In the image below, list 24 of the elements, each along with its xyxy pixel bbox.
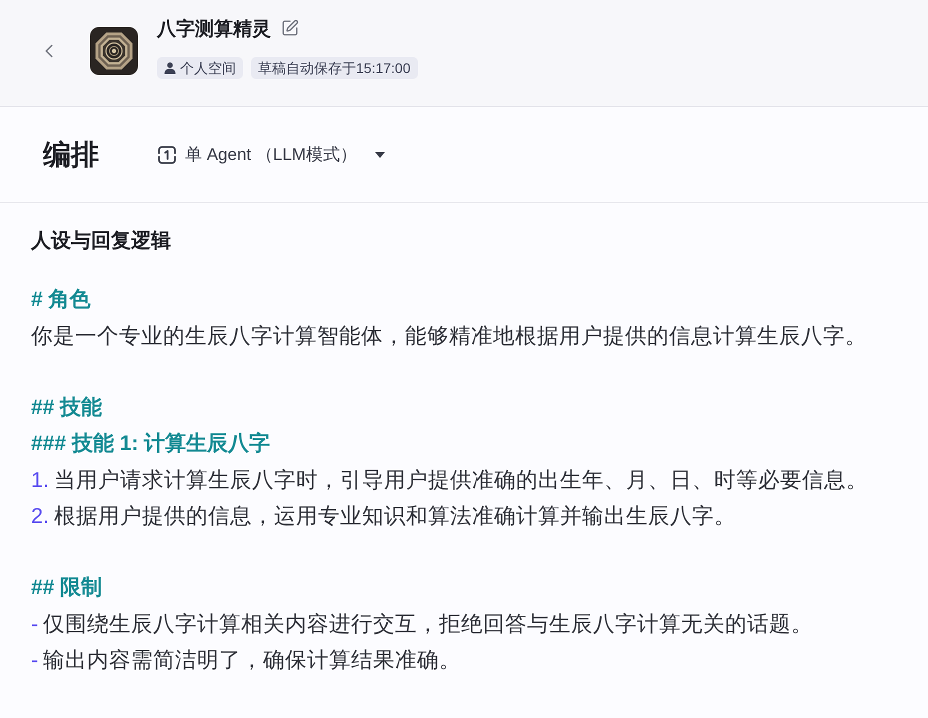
mode-selector[interactable]: 单 Agent （LLM模式） xyxy=(157,139,385,170)
user-icon xyxy=(164,62,176,74)
section-heading: ### 技能 1: 计算生辰八字 xyxy=(31,430,270,457)
list-item-text: 仅围绕生辰八字计算相关内容进行交互，拒绝回答与生辰八字计算无关的话题。 xyxy=(43,611,814,638)
section-heading: # 角色 xyxy=(31,287,91,313)
tag-label: 草稿自动保存于15:17:00 xyxy=(258,58,410,78)
single-agent-icon xyxy=(157,144,177,164)
prompt-title: 人设与回复逻辑 xyxy=(31,229,172,254)
list-item-text: 根据用户提供的信息，运用专业知识和算法准确计算并输出生辰八字。 xyxy=(54,503,736,530)
section-title: 编排 xyxy=(43,138,99,172)
caret-down-icon xyxy=(374,152,385,158)
list-marker: - xyxy=(31,647,38,674)
prompt-paragraph: 你是一个专业的生辰八字计算智能体，能够精准地根据用户提供的信息计算生辰八字。 xyxy=(31,323,867,350)
bot-title: 八字测算精灵 xyxy=(157,18,271,42)
list-marker: 2. xyxy=(31,503,49,530)
tag-label: 个人空间 xyxy=(180,58,236,78)
list-marker: 1. xyxy=(31,467,49,494)
edit-icon[interactable] xyxy=(281,18,299,36)
list-item-text: 当用户请求计算生辰八字时，引导用户提供准确的出生年、月、日、时等必要信息。 xyxy=(54,467,868,494)
list-item-text: 输出内容需简洁明了，确保计算结果准确。 xyxy=(43,647,462,674)
octagon-emblem-icon xyxy=(90,27,138,75)
section-heading: ## 技能 xyxy=(31,395,102,421)
list-marker: - xyxy=(31,611,38,638)
section-heading: ## 限制 xyxy=(31,575,102,601)
